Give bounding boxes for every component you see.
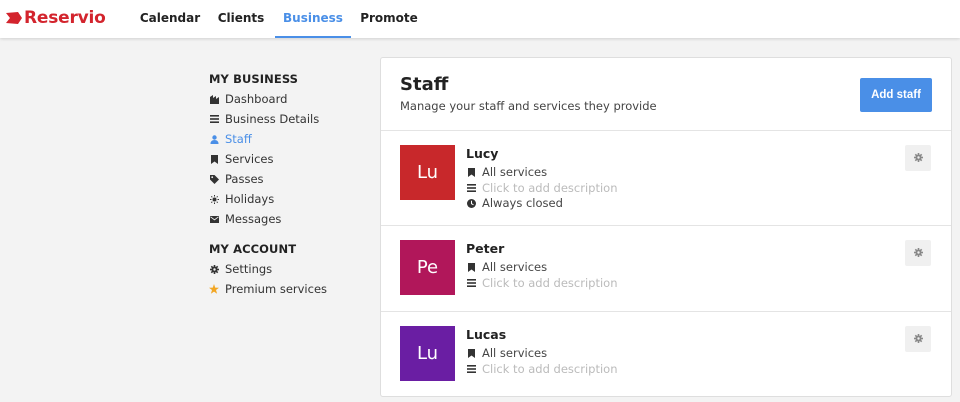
- bookmark-icon: [466, 167, 476, 177]
- page-subtitle: Manage your staff and services they prov…: [400, 99, 657, 113]
- staff-settings-button[interactable]: [905, 326, 931, 352]
- staff-row-lucas: Lu Lucas All services Click to add descr…: [381, 312, 951, 397]
- reservio-logo[interactable]: Reservio: [6, 7, 106, 29]
- gear-icon: [913, 151, 923, 165]
- sidebar-item-services[interactable]: Services: [209, 150, 274, 168]
- nav-business[interactable]: Business: [275, 0, 351, 38]
- sidebar-item-label: Holidays: [225, 192, 275, 206]
- description-placeholder: Click to add description: [482, 181, 618, 195]
- sidebar-item-messages[interactable]: Messages: [209, 210, 281, 228]
- description-placeholder: Click to add description: [482, 362, 618, 376]
- sidebar-item-dashboard[interactable]: Dashboard: [209, 90, 287, 108]
- bookmark-icon: [466, 262, 476, 272]
- sidebar-item-label: Dashboard: [225, 92, 288, 106]
- list-icon: [466, 278, 476, 288]
- avatar[interactable]: Lu: [400, 145, 455, 200]
- sidebar-item-holidays[interactable]: Holidays: [209, 190, 274, 208]
- logo-flag-icon: [6, 12, 22, 24]
- hours-label: Always closed: [482, 196, 563, 210]
- staff-services: All services: [466, 346, 547, 360]
- gear-icon: [209, 264, 219, 274]
- my-business-heading: MY BUSINESS: [209, 72, 299, 86]
- sidebar-item-label: Services: [225, 152, 274, 166]
- list-icon: [209, 114, 219, 124]
- staff-row-lucy: Lu Lucy All services Click to add descri…: [381, 131, 951, 225]
- brand-name: Reservio: [24, 8, 106, 28]
- user-icon: [209, 134, 219, 144]
- sidebar-item-label: Staff: [225, 132, 252, 146]
- sidebar-item-premium-services[interactable]: Premium services: [209, 280, 327, 298]
- sidebar-item-staff[interactable]: Staff: [209, 130, 252, 148]
- top-navigation: Reservio Calendar Clients Business Promo…: [0, 0, 960, 38]
- staff-description[interactable]: Click to add description: [466, 362, 618, 376]
- staff-name[interactable]: Peter: [466, 241, 504, 256]
- services-label: All services: [482, 165, 548, 179]
- gear-icon: [913, 332, 923, 346]
- services-label: All services: [482, 260, 548, 274]
- staff-row-peter: Pe Peter All services Click to add descr…: [381, 226, 951, 311]
- staff-settings-button[interactable]: [905, 145, 931, 171]
- sidebar-item-passes[interactable]: Passes: [209, 170, 264, 188]
- envelope-icon: [209, 214, 219, 224]
- staff-panel: Staff Manage your staff and services the…: [380, 57, 952, 397]
- avatar[interactable]: Lu: [400, 326, 455, 381]
- staff-description[interactable]: Click to add description: [466, 181, 618, 195]
- sun-icon: [209, 194, 219, 204]
- staff-name[interactable]: Lucas: [466, 327, 506, 342]
- add-staff-button[interactable]: Add staff: [860, 78, 932, 112]
- bookmark-icon: [466, 348, 476, 358]
- sidebar-item-label: Business Details: [225, 112, 320, 126]
- my-account-heading: MY ACCOUNT: [209, 242, 297, 256]
- staff-settings-button[interactable]: [905, 240, 931, 266]
- staff-services: All services: [466, 260, 547, 274]
- services-label: All services: [482, 346, 548, 360]
- nav-promote[interactable]: Promote: [356, 0, 422, 38]
- star-icon: [209, 284, 219, 294]
- list-icon: [466, 183, 476, 193]
- sidebar-item-label: Settings: [225, 262, 273, 276]
- nav-clients[interactable]: Clients: [212, 0, 270, 38]
- sidebar-item-label: Passes: [225, 172, 264, 186]
- bookmark-icon: [209, 154, 219, 164]
- avatar[interactable]: Pe: [400, 240, 455, 295]
- sidebar-item-settings[interactable]: Settings: [209, 260, 272, 278]
- gear-icon: [913, 246, 923, 260]
- staff-hours: Always closed: [466, 196, 563, 210]
- sidebar-item-label: Premium services: [225, 282, 328, 296]
- sidebar-item-label: Messages: [225, 212, 282, 226]
- staff-name[interactable]: Lucy: [466, 146, 498, 161]
- staff-services: All services: [466, 165, 547, 179]
- tag-icon: [209, 174, 219, 184]
- sidebar-item-business-details[interactable]: Business Details: [209, 110, 319, 128]
- description-placeholder: Click to add description: [482, 276, 618, 290]
- page-title: Staff: [400, 74, 449, 95]
- nav-calendar[interactable]: Calendar: [134, 0, 206, 38]
- clock-icon: [466, 198, 476, 208]
- list-icon: [466, 364, 476, 374]
- staff-description[interactable]: Click to add description: [466, 276, 618, 290]
- dashboard-icon: [209, 94, 219, 104]
